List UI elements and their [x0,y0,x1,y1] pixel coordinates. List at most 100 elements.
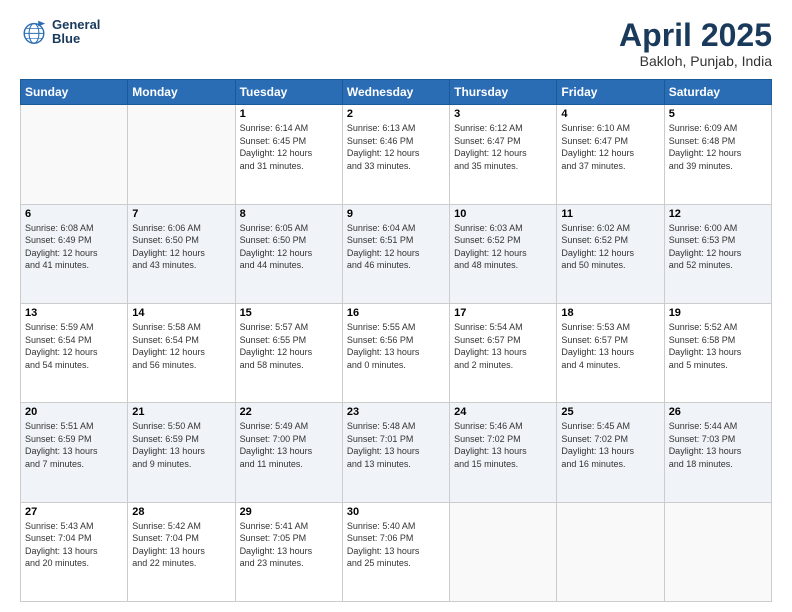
cell-info: Sunrise: 6:08 AM Sunset: 6:49 PM Dayligh… [25,222,123,272]
day-number: 26 [669,406,767,418]
day-number: 1 [240,108,338,120]
week-row-5: 27 Sunrise: 5:43 AM Sunset: 7:04 PM Dayli… [21,502,772,601]
day-number: 7 [132,208,230,220]
calendar-cell: 13 Sunrise: 5:59 AM Sunset: 6:54 PM Dayli… [21,303,128,402]
day-number: 8 [240,208,338,220]
day-number: 21 [132,406,230,418]
cell-info: Sunrise: 5:59 AM Sunset: 6:54 PM Dayligh… [25,321,123,371]
week-row-2: 6 Sunrise: 6:08 AM Sunset: 6:49 PM Daylig… [21,204,772,303]
day-number: 19 [669,307,767,319]
calendar-cell: 20Sunrise: 5:51 AM Sunset: 6:59 PM Dayli… [21,403,128,502]
cell-info: Sunrise: 5:51 AM Sunset: 6:59 PM Dayligh… [25,420,123,470]
day-number: 11 [561,208,659,220]
cell-info: Sunrise: 5:52 AM Sunset: 6:58 PM Dayligh… [669,321,767,371]
day-number: 14 [132,307,230,319]
day-number: 28 [132,506,230,518]
day-number: 6 [25,208,123,220]
calendar-cell: 9Sunrise: 6:04 AM Sunset: 6:51 PM Daylig… [342,204,449,303]
col-monday: Monday [128,80,235,105]
calendar-cell: 17Sunrise: 5:54 AM Sunset: 6:57 PM Dayli… [450,303,557,402]
day-number: 30 [347,506,445,518]
calendar-cell: 26 Sunrise: 5:44 AM Sunset: 7:03 PM Dayli… [664,403,771,502]
day-number: 29 [240,506,338,518]
col-wednesday: Wednesday [342,80,449,105]
day-number: 4 [561,108,659,120]
calendar-cell: 14 Sunrise: 5:58 AM Sunset: 6:54 PM Dayli… [128,303,235,402]
cell-info: Sunrise: 5:40 AM Sunset: 7:06 PM Dayligh… [347,520,445,570]
day-number: 2 [347,108,445,120]
day-number: 23 [347,406,445,418]
page: General Blue April 2025 Bakloh, Punjab, … [0,0,792,612]
calendar-cell: 11 Sunrise: 6:02 AM Sunset: 6:52 PM Dayli… [557,204,664,303]
day-number: 3 [454,108,552,120]
day-number: 13 [25,307,123,319]
day-number: 24 [454,406,552,418]
day-number: 5 [669,108,767,120]
day-number: 18 [561,307,659,319]
cell-info: Sunrise: 5:49 AM Sunset: 7:00 PM Dayligh… [240,420,338,470]
day-number: 25 [561,406,659,418]
col-thursday: Thursday [450,80,557,105]
calendar-cell [557,502,664,601]
cell-info: Sunrise: 5:44 AM Sunset: 7:03 PM Dayligh… [669,420,767,470]
calendar-cell: 10 Sunrise: 6:03 AM Sunset: 6:52 PM Dayli… [450,204,557,303]
month-title: April 2025 [619,18,772,53]
calendar-cell: 1 Sunrise: 6:14 AM Sunset: 6:45 PM Daylig… [235,105,342,204]
cell-info: Sunrise: 5:55 AM Sunset: 6:56 PM Dayligh… [347,321,445,371]
cell-info: Sunrise: 5:58 AM Sunset: 6:54 PM Dayligh… [132,321,230,371]
calendar-cell: 27 Sunrise: 5:43 AM Sunset: 7:04 PM Dayli… [21,502,128,601]
day-number: 10 [454,208,552,220]
day-number: 15 [240,307,338,319]
calendar-cell: 12Sunrise: 6:00 AM Sunset: 6:53 PM Dayli… [664,204,771,303]
cell-info: Sunrise: 5:42 AM Sunset: 7:04 PM Dayligh… [132,520,230,570]
day-number: 12 [669,208,767,220]
cell-info: Sunrise: 6:04 AM Sunset: 6:51 PM Dayligh… [347,222,445,272]
cell-info: Sunrise: 6:03 AM Sunset: 6:52 PM Dayligh… [454,222,552,272]
cell-info: Sunrise: 5:50 AM Sunset: 6:59 PM Dayligh… [132,420,230,470]
logo-text: General Blue [52,18,100,47]
cell-info: Sunrise: 5:53 AM Sunset: 6:57 PM Dayligh… [561,321,659,371]
col-saturday: Saturday [664,80,771,105]
calendar-cell: 21 Sunrise: 5:50 AM Sunset: 6:59 PM Dayli… [128,403,235,502]
cell-info: Sunrise: 5:41 AM Sunset: 7:05 PM Dayligh… [240,520,338,570]
calendar-cell: 18 Sunrise: 5:53 AM Sunset: 6:57 PM Dayli… [557,303,664,402]
cell-info: Sunrise: 5:46 AM Sunset: 7:02 PM Dayligh… [454,420,552,470]
calendar-cell: 25Sunrise: 5:45 AM Sunset: 7:02 PM Dayli… [557,403,664,502]
cell-info: Sunrise: 6:12 AM Sunset: 6:47 PM Dayligh… [454,122,552,172]
calendar-cell: 30 Sunrise: 5:40 AM Sunset: 7:06 PM Dayli… [342,502,449,601]
calendar-cell: 15 Sunrise: 5:57 AM Sunset: 6:55 PM Dayli… [235,303,342,402]
header: General Blue April 2025 Bakloh, Punjab, … [20,18,772,69]
logo-line2: Blue [52,32,100,46]
week-row-4: 20Sunrise: 5:51 AM Sunset: 6:59 PM Dayli… [21,403,772,502]
calendar-cell: 22 Sunrise: 5:49 AM Sunset: 7:00 PM Dayli… [235,403,342,502]
calendar-cell: 7 Sunrise: 6:06 AM Sunset: 6:50 PM Daylig… [128,204,235,303]
cell-info: Sunrise: 6:02 AM Sunset: 6:52 PM Dayligh… [561,222,659,272]
location-subtitle: Bakloh, Punjab, India [619,53,772,69]
cell-info: Sunrise: 6:09 AM Sunset: 6:48 PM Dayligh… [669,122,767,172]
calendar-cell: 2 Sunrise: 6:13 AM Sunset: 6:46 PM Daylig… [342,105,449,204]
cell-info: Sunrise: 5:43 AM Sunset: 7:04 PM Dayligh… [25,520,123,570]
header-row: Sunday Monday Tuesday Wednesday Thursday… [21,80,772,105]
calendar-cell [128,105,235,204]
week-row-3: 13 Sunrise: 5:59 AM Sunset: 6:54 PM Dayli… [21,303,772,402]
cell-info: Sunrise: 6:13 AM Sunset: 6:46 PM Dayligh… [347,122,445,172]
calendar-cell: 4Sunrise: 6:10 AM Sunset: 6:47 PM Daylig… [557,105,664,204]
calendar-table: Sunday Monday Tuesday Wednesday Thursday… [20,79,772,602]
cell-info: Sunrise: 6:14 AM Sunset: 6:45 PM Dayligh… [240,122,338,172]
calendar-cell: 6 Sunrise: 6:08 AM Sunset: 6:49 PM Daylig… [21,204,128,303]
calendar-cell: 19 Sunrise: 5:52 AM Sunset: 6:58 PM Dayli… [664,303,771,402]
cell-info: Sunrise: 6:05 AM Sunset: 6:50 PM Dayligh… [240,222,338,272]
calendar-cell: 5 Sunrise: 6:09 AM Sunset: 6:48 PM Daylig… [664,105,771,204]
calendar-cell: 8 Sunrise: 6:05 AM Sunset: 6:50 PM Daylig… [235,204,342,303]
calendar-cell: 3 Sunrise: 6:12 AM Sunset: 6:47 PM Daylig… [450,105,557,204]
calendar-cell: 16Sunrise: 5:55 AM Sunset: 6:56 PM Dayli… [342,303,449,402]
cell-info: Sunrise: 6:06 AM Sunset: 6:50 PM Dayligh… [132,222,230,272]
day-number: 27 [25,506,123,518]
day-number: 17 [454,307,552,319]
col-friday: Friday [557,80,664,105]
calendar-cell [450,502,557,601]
cell-info: Sunrise: 5:57 AM Sunset: 6:55 PM Dayligh… [240,321,338,371]
day-number: 22 [240,406,338,418]
cell-info: Sunrise: 5:48 AM Sunset: 7:01 PM Dayligh… [347,420,445,470]
calendar-cell [21,105,128,204]
